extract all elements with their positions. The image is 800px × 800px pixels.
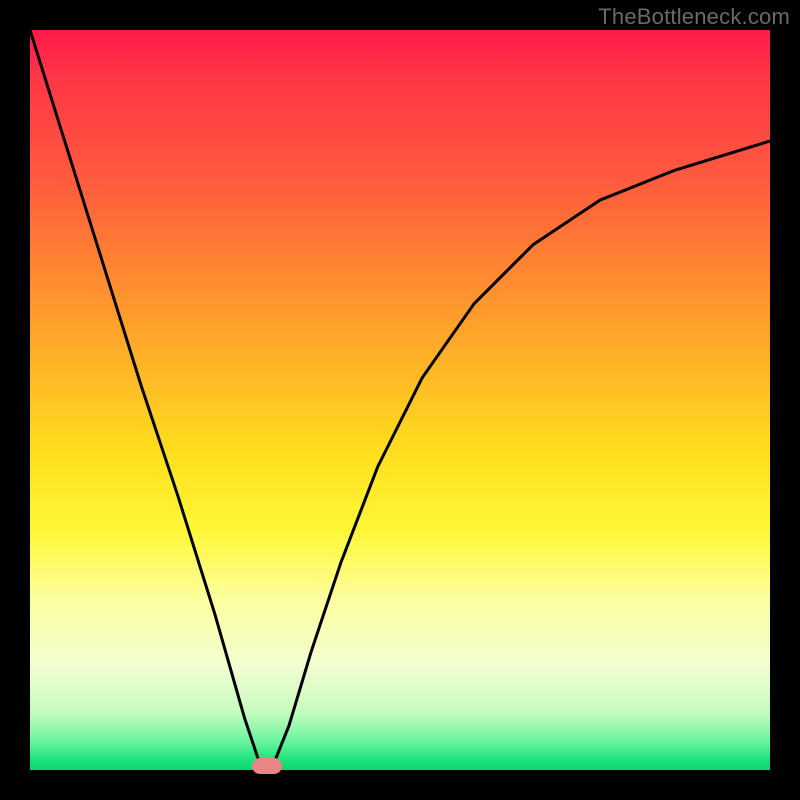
- minimum-marker: [252, 758, 282, 774]
- watermark-text: TheBottleneck.com: [598, 4, 790, 30]
- bottleneck-curve: [30, 30, 770, 770]
- curve-svg: [30, 30, 770, 770]
- chart-outer: TheBottleneck.com: [0, 0, 800, 800]
- plot-area: [30, 30, 770, 770]
